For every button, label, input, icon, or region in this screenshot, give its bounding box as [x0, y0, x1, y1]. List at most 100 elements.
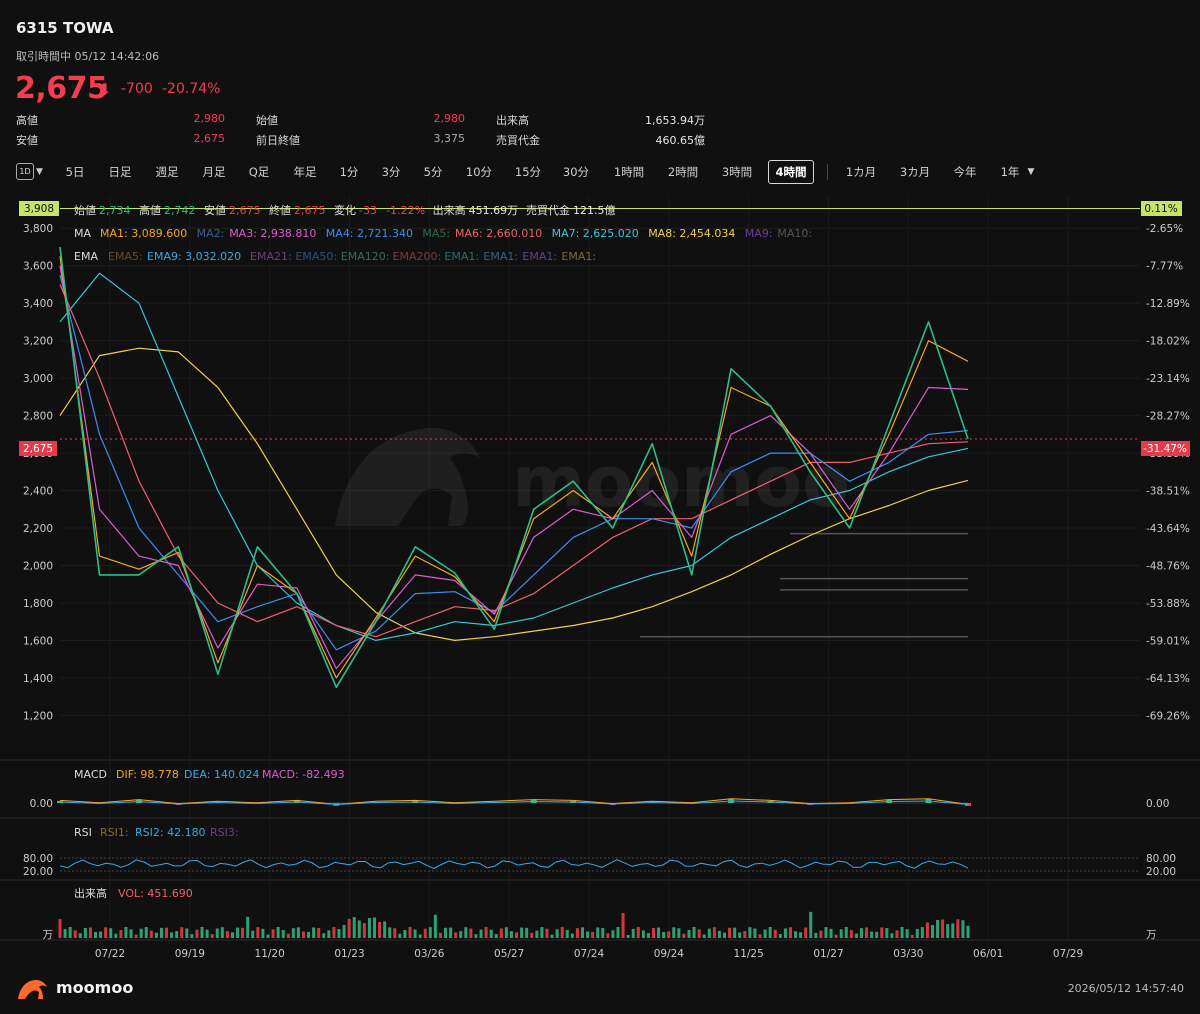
stat-value-prev-close: 3,375	[433, 132, 466, 145]
tab-3hour[interactable]: 3時間	[718, 160, 756, 184]
date-axis: 07/22 09/19 11/20 01/23 03/26 05/27 07/24 09/24…	[95, 948, 1083, 960]
stat-label-high: 高値	[16, 114, 38, 127]
tab-3min[interactable]: 3分	[379, 160, 403, 184]
volume-bar	[540, 927, 544, 938]
volume-bar	[444, 927, 448, 938]
price-axis: 3,8003,6003,4003,2003,0002,8002,6002,400…	[23, 223, 53, 722]
volume-bar	[99, 931, 103, 938]
volume-bar	[215, 928, 219, 938]
date-tick-label: 01/23	[334, 948, 364, 960]
ohlc-key: 終値	[269, 203, 291, 217]
volume-bar	[83, 927, 87, 938]
volume-bar	[936, 919, 940, 938]
volume-bar	[748, 927, 752, 938]
volume-bar	[646, 933, 650, 938]
tab-weekly[interactable]: 週足	[153, 160, 181, 184]
pct-tick-label: -28.27%	[1146, 411, 1190, 423]
range-1year[interactable]: 1年	[998, 160, 1022, 184]
ohlc-key: 出来高	[433, 203, 466, 217]
ema_row-item: EMA50:	[295, 250, 337, 263]
volume-bar	[560, 927, 564, 938]
volume-bar	[94, 931, 98, 938]
volume-bar	[819, 930, 823, 938]
volume-bar	[667, 931, 671, 938]
volume-bar	[885, 928, 889, 938]
volume-bar	[63, 929, 67, 938]
price-chart[interactable]: moomoo 3,800 3,600 3,400 3,200 3,000 2,800 2,6…	[0, 196, 1200, 976]
volume-bar	[170, 932, 174, 938]
ma_row-item: MA7: 2,625.020	[552, 227, 639, 240]
volume-bar	[165, 927, 169, 938]
chevron-down-icon[interactable]: ▼	[36, 160, 43, 184]
volume-bar	[317, 928, 321, 938]
volume-bar	[484, 927, 488, 938]
tab-2hour[interactable]: 2時間	[664, 160, 702, 184]
volume-bar	[124, 927, 128, 938]
ma_row-item: MA9:	[745, 227, 773, 240]
tab-yearly[interactable]: 年足	[291, 160, 319, 184]
date-tick-label: 09/24	[654, 948, 685, 960]
volume-bar	[920, 927, 924, 938]
ohlc-key: 売買代金	[526, 203, 570, 217]
volume-bar	[68, 927, 72, 938]
volume-bar	[525, 927, 529, 938]
range-1month[interactable]: 1カ月	[842, 160, 880, 184]
toolbar-divider	[827, 164, 828, 180]
volume-bar	[951, 923, 955, 938]
volume-bar	[129, 929, 133, 938]
volume-bar	[834, 934, 838, 938]
tab-quarterly[interactable]: Q足	[246, 160, 272, 184]
tab-30min[interactable]: 30分	[561, 160, 591, 184]
tab-monthly[interactable]: 月足	[200, 160, 228, 184]
ema_row-item: EMA1:	[522, 250, 557, 263]
tab-daily[interactable]: 日足	[106, 160, 134, 184]
tab-1hour[interactable]: 1時間	[610, 160, 648, 184]
volume-bar	[312, 927, 316, 938]
volume-bar	[778, 933, 782, 938]
ma_row-item: MA4: 2,721.340	[326, 227, 413, 240]
volume-bar	[854, 933, 858, 938]
ema_row-label: EMA	[74, 250, 98, 263]
high-pct-tag-text: 0.11%	[1144, 203, 1177, 215]
range-chevron-down-icon[interactable]: ▼	[1024, 160, 1038, 184]
volume-bar	[596, 927, 600, 938]
volume-bar	[144, 927, 148, 938]
volume-bar	[230, 932, 234, 938]
stat-value-turnover: 460.65億	[655, 134, 706, 147]
range-ytd[interactable]: 今年	[951, 160, 979, 184]
tab-4hour[interactable]: 4時間	[768, 160, 814, 184]
volume-bar	[383, 921, 387, 938]
volume-bar	[733, 927, 737, 938]
volume-bar	[449, 927, 453, 938]
macd-zero-left: 0.00	[30, 798, 53, 810]
range-3month[interactable]: 3カ月	[896, 160, 934, 184]
tab-10min[interactable]: 10分	[464, 160, 494, 184]
capture-timestamp: 2026/05/12 14:57:40	[1067, 982, 1184, 995]
volume-bar	[575, 928, 579, 938]
rsi1-value: RSI1:	[100, 826, 129, 839]
volume-bar	[225, 931, 229, 938]
volume-bar	[728, 927, 732, 938]
volume-bar	[880, 927, 884, 938]
volume-bar	[545, 928, 549, 938]
tab-1min[interactable]: 1分	[337, 160, 361, 184]
moomoo-logo-icon	[18, 980, 47, 999]
volume-bar	[910, 934, 914, 938]
ma_row-item: MA6: 2,660.010	[455, 227, 542, 240]
date-tick-label: 01/27	[813, 948, 843, 960]
ticker-title: 6315 TOWA	[16, 19, 114, 37]
market-status: 取引時間中 05/12 14:42:06	[16, 50, 160, 63]
volume-bar	[464, 927, 468, 938]
tab-15min[interactable]: 15分	[513, 160, 543, 184]
tab-5d[interactable]: 5日	[63, 160, 87, 184]
volume-bar	[890, 933, 894, 938]
volume-bar	[814, 932, 818, 938]
date-tick-label: 11/20	[255, 948, 285, 960]
volume-bar	[875, 931, 879, 938]
volume-bar	[692, 927, 696, 938]
percent-axis: -2.65% -7.77% -12.89% -18.02% -23.14% -28.27%…	[1146, 223, 1190, 722]
price-tick-label: 3,800	[23, 223, 53, 235]
volume-bar	[621, 913, 625, 938]
interval-selector-icon[interactable]: 1D	[16, 163, 34, 180]
tab-5min[interactable]: 5分	[421, 160, 445, 184]
